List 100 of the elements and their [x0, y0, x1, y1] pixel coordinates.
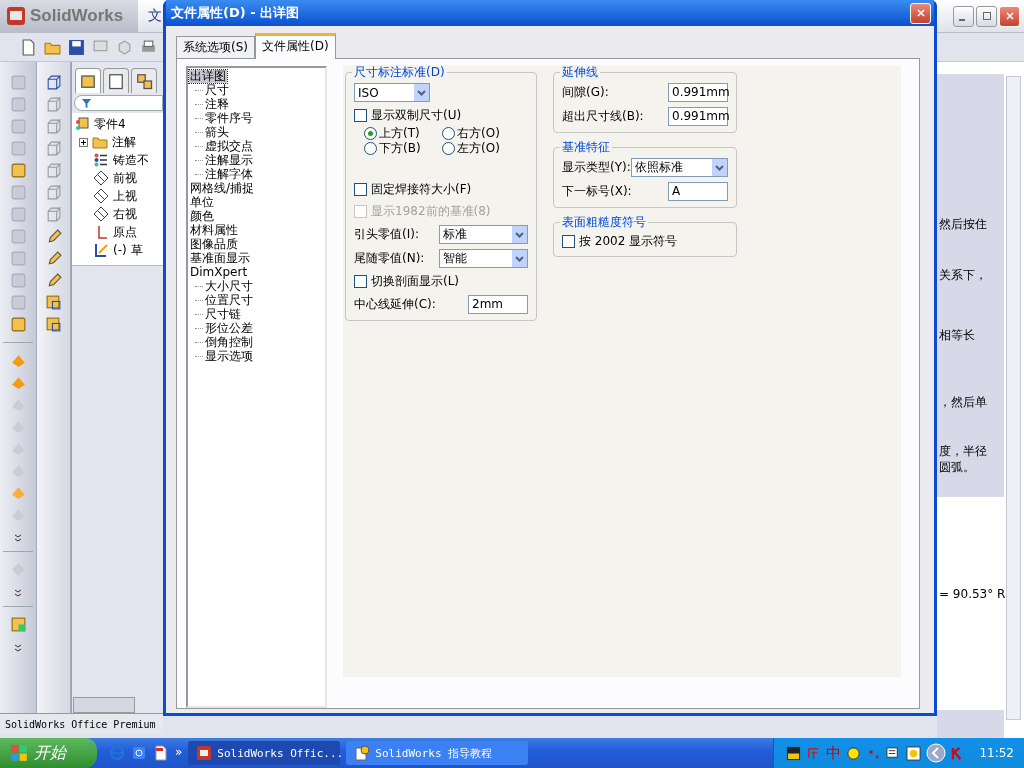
tree-item[interactable]: 注解	[112, 133, 136, 151]
help-text: 圆弧。	[938, 459, 976, 475]
checkbox-label[interactable]: 固定焊接符大小(F)	[371, 181, 472, 198]
tree-item[interactable]: 注释	[204, 97, 230, 111]
pdf-icon[interactable]	[153, 745, 169, 761]
tree-item[interactable]: 图像品质	[189, 237, 239, 251]
input-field[interactable]: 0.991mm	[668, 83, 728, 102]
help-text: 然后按住	[938, 216, 988, 232]
checkbox[interactable]	[354, 109, 367, 122]
checkbox[interactable]	[354, 183, 367, 196]
radio-label[interactable]: 上方(T)	[379, 125, 420, 142]
filter-icon	[81, 97, 92, 109]
checkbox[interactable]	[562, 235, 575, 248]
save-icon[interactable]	[68, 38, 85, 56]
input-field[interactable]: 0.991mm	[668, 107, 728, 126]
input-field[interactable]: A	[668, 182, 728, 201]
tree-item[interactable]: 铸造不	[113, 151, 149, 169]
tree-item[interactable]: 形位公差	[204, 321, 254, 335]
group-title: 尺寸标注标准(D)	[352, 65, 447, 79]
group-title: 表面粗糙度符号	[560, 215, 648, 229]
taskbar-button[interactable]: SolidWorks 指导教程	[346, 741, 529, 765]
dialog-title: 文件属性(D) - 出详图	[171, 4, 300, 22]
dropdown[interactable]: 依照标准	[630, 158, 728, 177]
pencil-icon[interactable]	[45, 272, 62, 289]
tree-item[interactable]: (-) 草	[113, 241, 143, 259]
tree-item[interactable]: 尺寸	[204, 83, 230, 97]
scrollbar[interactable]	[1006, 76, 1021, 720]
chevron-down-icon[interactable]	[13, 534, 23, 542]
close-button[interactable]	[999, 5, 1020, 27]
dropdown[interactable]: 智能	[439, 249, 528, 268]
tree-item[interactable]: 注解字体	[204, 167, 254, 181]
app-icon	[196, 745, 213, 761]
tree-item[interactable]: 颜色	[189, 209, 215, 223]
tree-item[interactable]: 出详图	[189, 69, 227, 83]
tree-item[interactable]: 右视	[113, 205, 137, 223]
radio-button[interactable]	[364, 127, 377, 140]
tree-item[interactable]: DimXpert	[189, 265, 249, 279]
more-button[interactable]: »	[175, 745, 183, 759]
box-icon[interactable]	[9, 162, 27, 179]
feature-tab-icon[interactable]	[75, 68, 101, 93]
tab-scroll-buttons[interactable]	[73, 697, 135, 713]
tree-item[interactable]: 尺寸链	[204, 307, 242, 321]
property-tab-icon[interactable]	[103, 68, 129, 93]
tab[interactable]: 文件属性(D)	[255, 33, 336, 59]
tree-item[interactable]: 单位	[189, 195, 215, 209]
radio-button[interactable]	[364, 142, 377, 155]
help-text: ，然后单	[938, 394, 988, 410]
tree-item[interactable]: 基准面显示	[189, 251, 251, 265]
taskbar-button[interactable]: SolidWorks Offic...	[188, 741, 341, 765]
circle-icon[interactable]	[846, 745, 862, 761]
radio-label[interactable]: 下方(B)	[379, 140, 421, 157]
box-icon[interactable]	[9, 616, 27, 633]
input-field[interactable]: 2mm	[468, 295, 528, 314]
cube-icon[interactable]	[45, 74, 62, 91]
close-button[interactable]	[910, 2, 931, 24]
tree-item[interactable]: 倒角控制	[204, 335, 254, 349]
tree-item[interactable]: 虚拟交点	[204, 139, 254, 153]
checkbox-label[interactable]: 按 2002 显示符号	[579, 233, 678, 250]
tree-item[interactable]: 上视	[113, 187, 137, 205]
tree-item[interactable]: 原点	[113, 223, 137, 241]
pencil-icon[interactable]	[45, 228, 62, 245]
tree-item[interactable]: 零件序号	[204, 111, 254, 125]
checkbox-label[interactable]: 显示双制尺寸(U)	[371, 107, 462, 124]
radio-button[interactable]	[442, 142, 455, 155]
dropdown[interactable]: 标准	[439, 225, 528, 244]
chevron-down-icon[interactable]	[13, 644, 23, 652]
box-icon[interactable]	[45, 316, 62, 333]
tree-item[interactable]: 材料属性	[189, 223, 239, 237]
tree-item[interactable]: 前视	[113, 169, 137, 187]
document-tab[interactable]: 文	[148, 7, 162, 25]
tree-item[interactable]: 注解显示	[204, 153, 254, 167]
filter-field[interactable]	[74, 95, 163, 111]
pencil-icon[interactable]	[45, 250, 62, 267]
checkbox-label[interactable]: 切换剖面显示(L)	[371, 273, 460, 290]
checkbox[interactable]	[354, 275, 367, 288]
tree-item[interactable]: 大小尺寸	[204, 279, 254, 293]
radio-label[interactable]: 右方(O)	[457, 125, 500, 142]
input-method-icon[interactable]	[786, 745, 802, 761]
folder-icon	[92, 134, 108, 150]
radio-button[interactable]	[442, 127, 455, 140]
tree-item[interactable]: 位置尺寸	[204, 293, 254, 307]
chevron-down-icon[interactable]	[13, 589, 23, 597]
tab[interactable]: 系统选项(S)	[176, 36, 255, 58]
minimize-button[interactable]	[953, 5, 974, 27]
tree-item[interactable]: 箭头	[204, 125, 230, 139]
help-icon[interactable]	[906, 745, 922, 761]
tree-item[interactable]: 显示选项	[204, 349, 254, 363]
mail-icon[interactable]	[131, 745, 147, 761]
expand-icon[interactable]	[79, 137, 88, 147]
plane-icon	[93, 206, 109, 222]
box-icon[interactable]	[45, 294, 62, 311]
dropdown[interactable]: ISO	[354, 83, 430, 102]
radio-label[interactable]: 左方(O)	[457, 140, 500, 157]
expand-tray-icon[interactable]	[926, 743, 947, 763]
config-tab-icon[interactable]	[131, 68, 157, 93]
maximize-button[interactable]	[976, 5, 997, 27]
new-file-icon[interactable]	[20, 38, 37, 56]
box-icon[interactable]	[9, 316, 27, 333]
tree-item[interactable]: 零件4	[94, 115, 126, 133]
tree-item[interactable]: 网格线/捕捉	[189, 181, 256, 195]
